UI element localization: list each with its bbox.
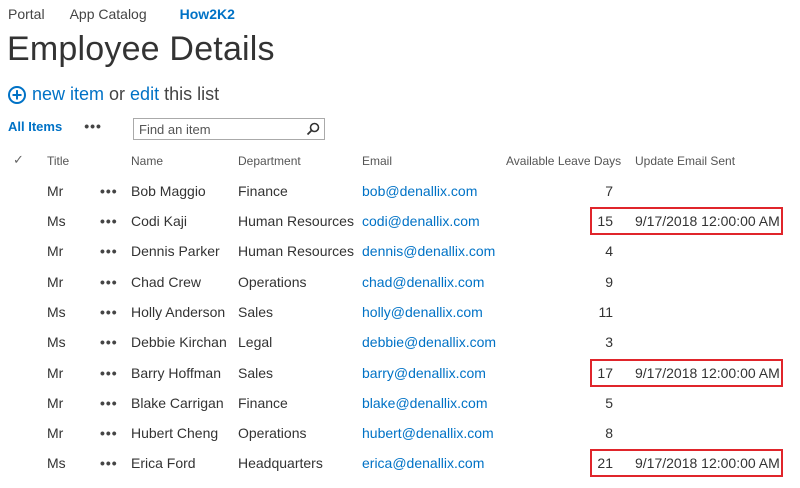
cell-title: Mr [47, 243, 64, 259]
cell-name[interactable]: Debbie Kirchan [131, 334, 227, 350]
cell-title: Mr [47, 395, 64, 411]
cell-title: Mr [47, 274, 64, 290]
cell-leave-days: 8 [605, 425, 613, 441]
item-menu-ellipsis-icon[interactable]: ••• [100, 395, 118, 411]
item-menu-ellipsis-icon[interactable]: ••• [100, 425, 118, 441]
cell-department: Operations [238, 425, 307, 441]
cell-title: Mr [47, 365, 64, 381]
cell-email[interactable]: chad@denallix.com [362, 274, 484, 290]
cell-email[interactable]: barry@denallix.com [362, 365, 486, 381]
page-title: Employee Details [7, 30, 275, 68]
cell-name[interactable]: Codi Kaji [131, 213, 187, 229]
item-menu-ellipsis-icon[interactable]: ••• [100, 365, 118, 381]
cell-email[interactable]: codi@denallix.com [362, 213, 480, 229]
item-menu-ellipsis-icon[interactable]: ••• [100, 304, 118, 320]
item-menu-ellipsis-icon[interactable]: ••• [100, 334, 118, 350]
cell-title: Ms [47, 455, 66, 471]
cell-department: Headquarters [238, 455, 323, 471]
cell-department: Sales [238, 365, 274, 381]
cell-email[interactable]: holly@denallix.com [362, 304, 483, 320]
cell-email[interactable]: erica@denallix.com [362, 455, 484, 471]
this-list-text: this list [164, 84, 220, 104]
cell-title: Ms [47, 304, 66, 320]
cell-name[interactable]: Blake Carrigan [131, 395, 224, 411]
item-menu-ellipsis-icon[interactable]: ••• [100, 455, 118, 471]
item-menu-ellipsis-icon[interactable]: ••• [100, 183, 118, 199]
cell-leave-days: 9 [605, 274, 613, 290]
more-views-ellipsis-icon[interactable]: ••• [84, 118, 102, 134]
edit-link[interactable]: edit [130, 84, 159, 105]
cell-leave-days: 7 [605, 183, 613, 199]
or-text: or [109, 84, 126, 104]
cell-department: Finance [238, 183, 288, 199]
nav-portal[interactable]: Portal [8, 6, 45, 22]
list-actions: + new item or edit this list [8, 84, 224, 105]
cell-email[interactable]: hubert@denallix.com [362, 425, 494, 441]
cell-email[interactable]: dennis@denallix.com [362, 243, 495, 259]
cell-name[interactable]: Barry Hoffman [131, 365, 221, 381]
cell-leave-days: 11 [598, 304, 613, 320]
cell-name[interactable]: Erica Ford [131, 455, 196, 471]
search-icon[interactable] [306, 122, 320, 136]
cell-email[interactable]: blake@denallix.com [362, 395, 488, 411]
column-header-name[interactable]: Name [131, 154, 163, 168]
cell-email[interactable]: bob@denallix.com [362, 183, 477, 199]
table-row[interactable]: Mr ••• Chad Crew Operations chad@denalli… [0, 274, 800, 304]
column-header-department[interactable]: Department [238, 154, 301, 168]
cell-name[interactable]: Chad Crew [131, 274, 201, 290]
table-row[interactable]: Mr ••• Dennis Parker Human Resources den… [0, 243, 800, 273]
cell-department: Operations [238, 274, 307, 290]
cell-department: Legal [238, 334, 273, 350]
column-header-update-email-sent[interactable]: Update Email Sent [635, 154, 735, 168]
cell-leave-days: 4 [605, 243, 613, 259]
cell-department: Sales [238, 304, 274, 320]
nav-site-how2k2[interactable]: How2K2 [180, 6, 235, 22]
top-nav: Portal App Catalog How2K2 [8, 6, 260, 22]
new-item-link[interactable]: new item [32, 84, 104, 105]
select-all-check-icon[interactable]: ✓ [13, 152, 24, 168]
cell-title: Ms [47, 213, 66, 229]
cell-title: Mr [47, 183, 64, 199]
table-row[interactable]: Mr ••• Blake Carrigan Finance blake@dena… [0, 395, 800, 425]
cell-department: Human Resources [238, 213, 354, 229]
item-menu-ellipsis-icon[interactable]: ••• [100, 213, 118, 229]
highlight-box [590, 449, 783, 477]
cell-leave-days: 5 [605, 395, 613, 411]
cell-title: Ms [47, 334, 66, 350]
all-items-view[interactable]: All Items [8, 119, 62, 134]
cell-email[interactable]: debbie@denallix.com [362, 334, 496, 350]
cell-name[interactable]: Hubert Cheng [131, 425, 218, 441]
plus-circle-icon[interactable]: + [8, 85, 26, 104]
item-menu-ellipsis-icon[interactable]: ••• [100, 274, 118, 290]
highlight-box [590, 359, 783, 387]
cell-department: Finance [238, 395, 288, 411]
cell-name[interactable]: Dennis Parker [131, 243, 220, 259]
view-bar: All Items ••• [8, 118, 102, 134]
column-header-leave-days[interactable]: Available Leave Days [506, 154, 621, 168]
cell-title: Mr [47, 425, 64, 441]
search-box [133, 118, 325, 140]
highlight-box [590, 207, 783, 235]
cell-department: Human Resources [238, 243, 354, 259]
cell-name[interactable]: Holly Anderson [131, 304, 225, 320]
search-input[interactable] [134, 119, 304, 139]
nav-app-catalog[interactable]: App Catalog [70, 6, 147, 22]
cell-name[interactable]: Bob Maggio [131, 183, 206, 199]
column-header-email[interactable]: Email [362, 154, 392, 168]
cell-leave-days: 3 [605, 334, 613, 350]
item-menu-ellipsis-icon[interactable]: ••• [100, 243, 118, 259]
column-header-title[interactable]: Title [47, 154, 69, 168]
table-row[interactable]: Ms ••• Holly Anderson Sales holly@denall… [0, 304, 800, 334]
